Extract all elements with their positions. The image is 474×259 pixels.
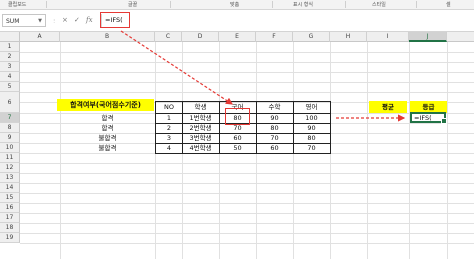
arrow-formula-to-e7 [120, 30, 234, 105]
annotation-arrows [120, 30, 406, 122]
